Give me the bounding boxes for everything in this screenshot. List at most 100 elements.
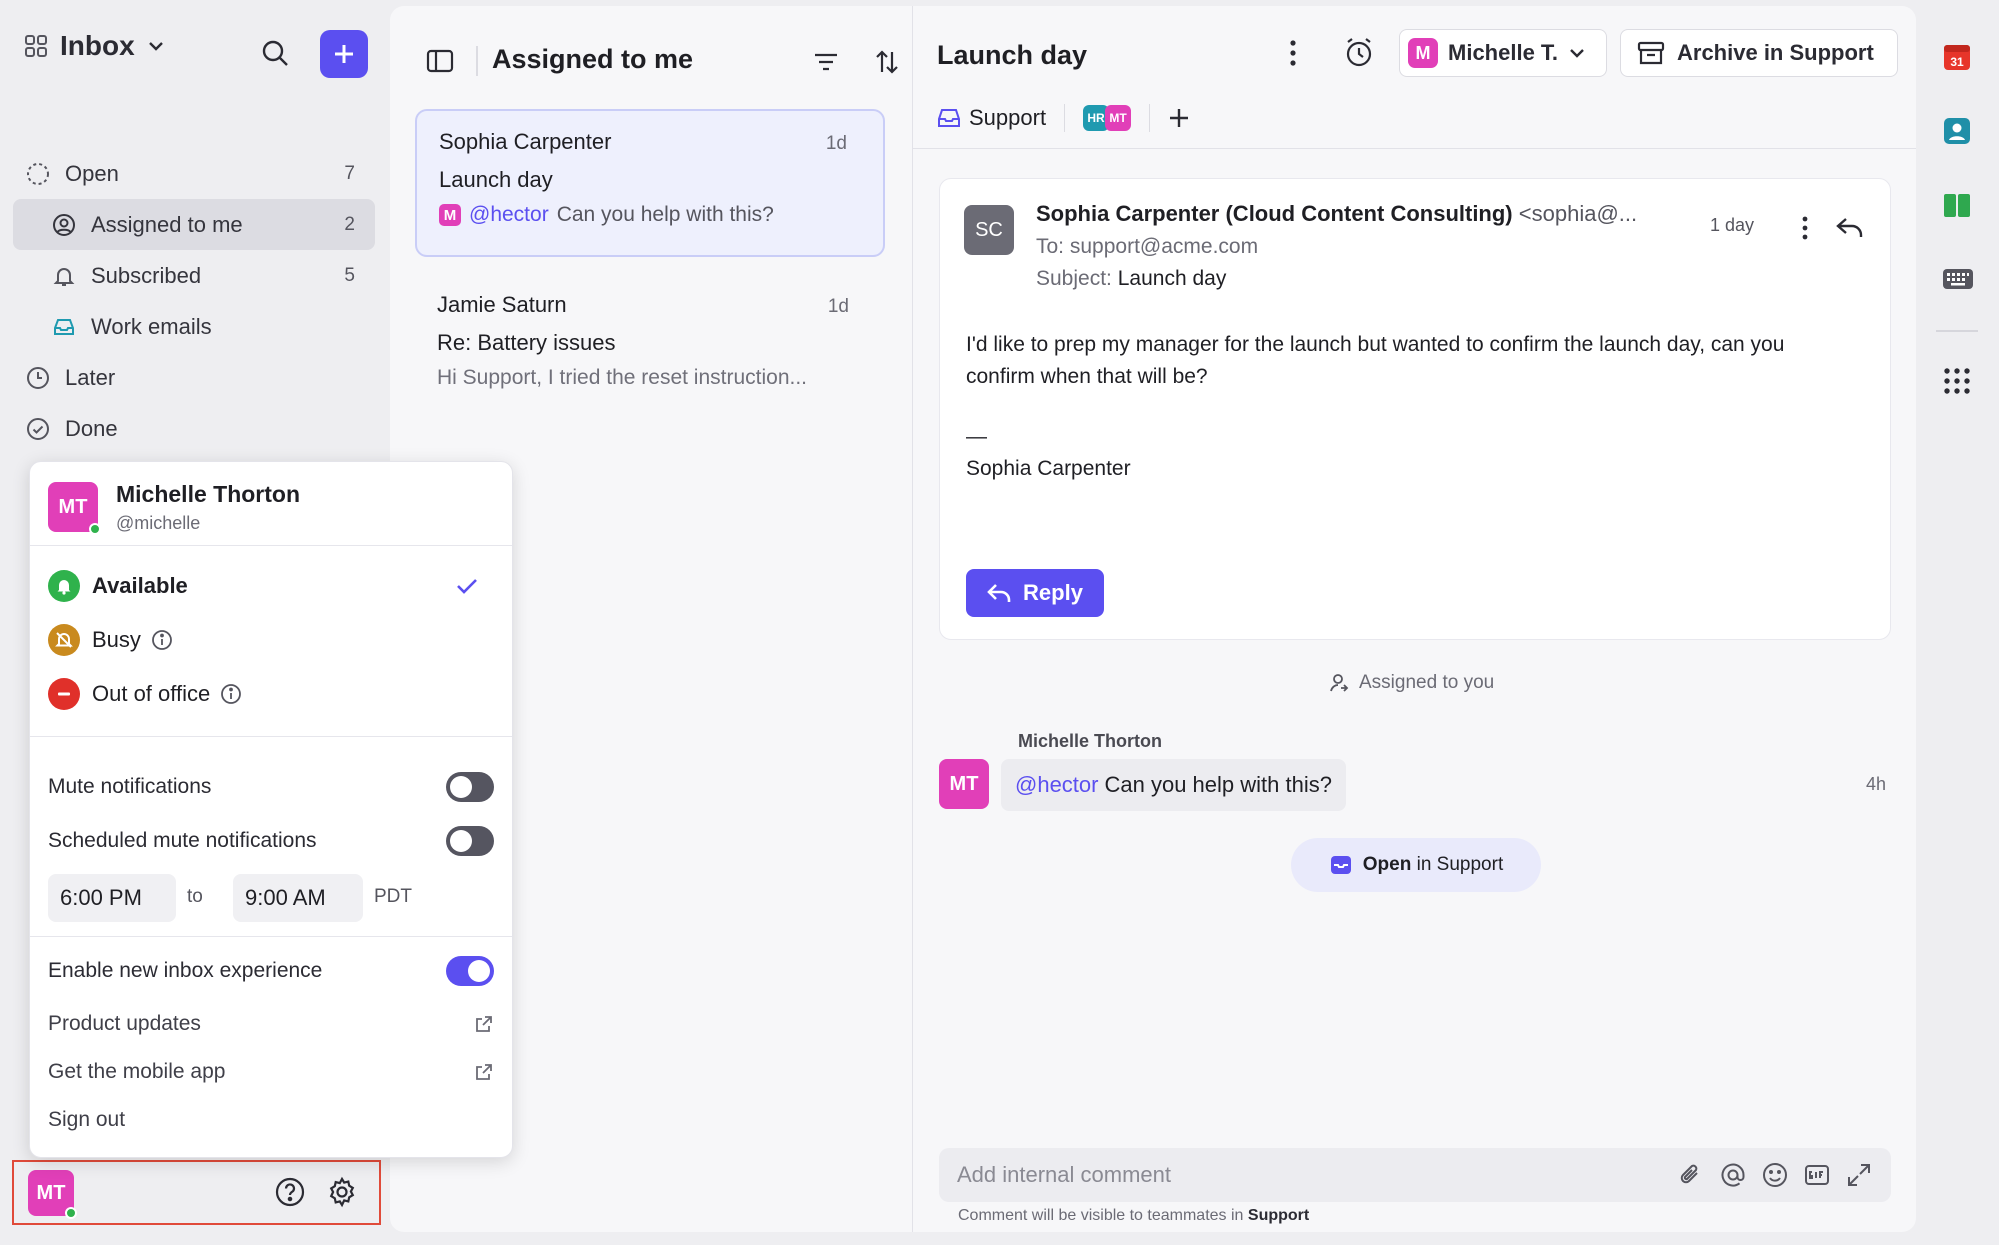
reply-button[interactable]: Reply [966,569,1104,617]
open-label: Open [1362,854,1412,875]
mute-start-time[interactable]: 6:00 PM [48,874,176,922]
emoji-icon[interactable] [1761,1161,1789,1189]
scheduled-mute-toggle[interactable] [446,826,494,856]
sidebar-item-label: Work emails [91,313,212,339]
comment-placeholder: Add internal comment [957,1162,1171,1187]
clock-icon [25,365,51,391]
more-vertical-icon[interactable] [1800,215,1810,241]
avatar-initials: MT [58,495,88,518]
preview-text: Can you help with this? [556,203,774,226]
calendar-icon[interactable]: 31 [1942,42,1972,72]
help-icon[interactable] [274,1176,306,1208]
avatar[interactable]: MT [28,1170,77,1219]
user-status-menu: MT Michelle Thorton @michelle Available … [29,461,513,1158]
info-icon[interactable] [220,683,242,705]
user-circle-icon [51,212,77,238]
sidebar-item-work-emails[interactable]: Work emails [13,301,375,352]
chevron-down-icon [147,37,165,55]
inbox-tray-icon [1329,854,1353,876]
open-in-support-button[interactable]: Open in Support [1291,838,1541,892]
assignee-dropdown[interactable]: M Michelle T. [1399,29,1607,77]
sidebar-item-subscribed[interactable]: Subscribed 5 [13,250,375,301]
comment-hint: Comment will be visible to teammates in … [958,1207,1309,1225]
more-vertical-icon[interactable] [1288,38,1298,68]
assign-user-icon [1327,672,1349,694]
user-handle: @michelle [116,513,201,533]
expand-icon[interactable] [1845,1161,1873,1189]
avatar-initials: MT [36,1181,66,1204]
inbox-label: Inbox [60,30,135,61]
filter-icon[interactable] [813,50,839,74]
at-mention-icon[interactable] [1719,1161,1747,1189]
gear-icon[interactable] [326,1176,358,1208]
archive-icon [1637,40,1665,66]
notes-book-icon[interactable] [1942,190,1972,220]
contact-name: Sophia Carpenter [439,129,612,154]
comment-input[interactable]: Add internal comment [939,1148,1891,1202]
archive-label: Archive in Support [1677,40,1874,65]
sidebar-item-assigned-to-me[interactable]: Assigned to me 2 [13,199,375,250]
gif-icon[interactable] [1803,1161,1831,1189]
sort-icon[interactable] [874,48,900,76]
reply-icon[interactable] [1835,215,1865,241]
conversation-time: 1d [827,296,849,317]
conversation-item[interactable]: Sophia Carpenter 1d Launch day M @hector… [415,109,885,257]
inbox-switcher[interactable]: Inbox [24,30,368,62]
comment-text: Can you help with this? [1104,772,1332,797]
inbox-tag[interactable]: Support [937,105,1046,131]
snooze-alarm-icon[interactable] [1343,36,1375,68]
assignee-name: Michelle T. [1448,40,1559,65]
event-text: Assigned to you [1359,672,1495,693]
conversation-item[interactable]: Jamie Saturn 1d Re: Battery issues Hi Su… [415,274,885,414]
to-label: To: [1036,235,1065,258]
participant-avatar: MT [1105,105,1132,131]
keyboard-icon[interactable] [1942,265,1973,295]
divider [913,148,1916,149]
app-rail: 31 [1916,0,1999,1245]
sidebar-toggle-icon[interactable] [426,48,454,74]
timezone-label: PDT [374,886,412,907]
new-inbox-toggle[interactable] [446,956,494,986]
compose-button[interactable] [320,30,368,78]
paperclip-icon[interactable] [1677,1161,1705,1189]
bell-icon [51,263,77,289]
mobile-app-link[interactable]: Get the mobile app [48,1060,494,1084]
contacts-icon[interactable] [1942,116,1972,146]
status-available[interactable]: Available [48,570,494,602]
sidebar-nav: Open 7 Assigned to me 2 Subscribed 5 Wor… [13,148,375,454]
divider [30,545,512,546]
preview-text: Hi Support, I tried the reset instructio… [437,366,808,389]
conversation-preview: M @hector Can you help with this? [439,203,861,227]
product-updates-link[interactable]: Product updates [48,1012,494,1036]
mute-toggle[interactable] [446,772,494,802]
add-icon[interactable] [1168,107,1190,129]
inbox-tag-label: Support [969,105,1047,130]
conversation-detail: Launch day M Michelle T. Archive in Supp… [912,6,1916,1232]
sender-address: <sophia@... [1518,201,1638,226]
sign-out-link[interactable]: Sign out [48,1108,494,1132]
sidebar-item-done[interactable]: Done [13,403,375,454]
open-in-label: in Support [1416,854,1504,875]
sender: Sophia Carpenter (Cloud Content Consulti… [1036,201,1637,227]
sign-out-label: Sign out [48,1108,126,1131]
to-line: To: support@acme.com [1036,235,1258,259]
sidebar-item-label: Later [65,364,116,390]
info-icon[interactable] [151,629,173,651]
sidebar-item-open[interactable]: Open 7 [13,148,375,199]
list-header: Assigned to me [426,42,898,82]
presence-dot [89,523,101,535]
archive-button[interactable]: Archive in Support [1620,29,1898,77]
apps-grid-icon[interactable] [1942,366,1972,396]
sidebar-item-later[interactable]: Later [13,352,375,403]
scheduled-mute-row: Scheduled mute notifications [48,826,494,856]
status-busy[interactable]: Busy [48,624,173,656]
status-out-of-office[interactable]: Out of office [48,678,242,710]
subject-line: Subject: Launch day [1036,267,1226,291]
search-icon[interactable] [260,38,290,68]
sidebar-item-label: Open [65,160,119,186]
reply-label: Reply [1023,580,1083,605]
sidebar-item-label: Subscribed [91,262,202,288]
mute-end-time[interactable]: 9:00 AM [233,874,363,922]
participants[interactable]: HR MT [1083,105,1132,131]
comment-toolbar [1677,1161,1873,1189]
